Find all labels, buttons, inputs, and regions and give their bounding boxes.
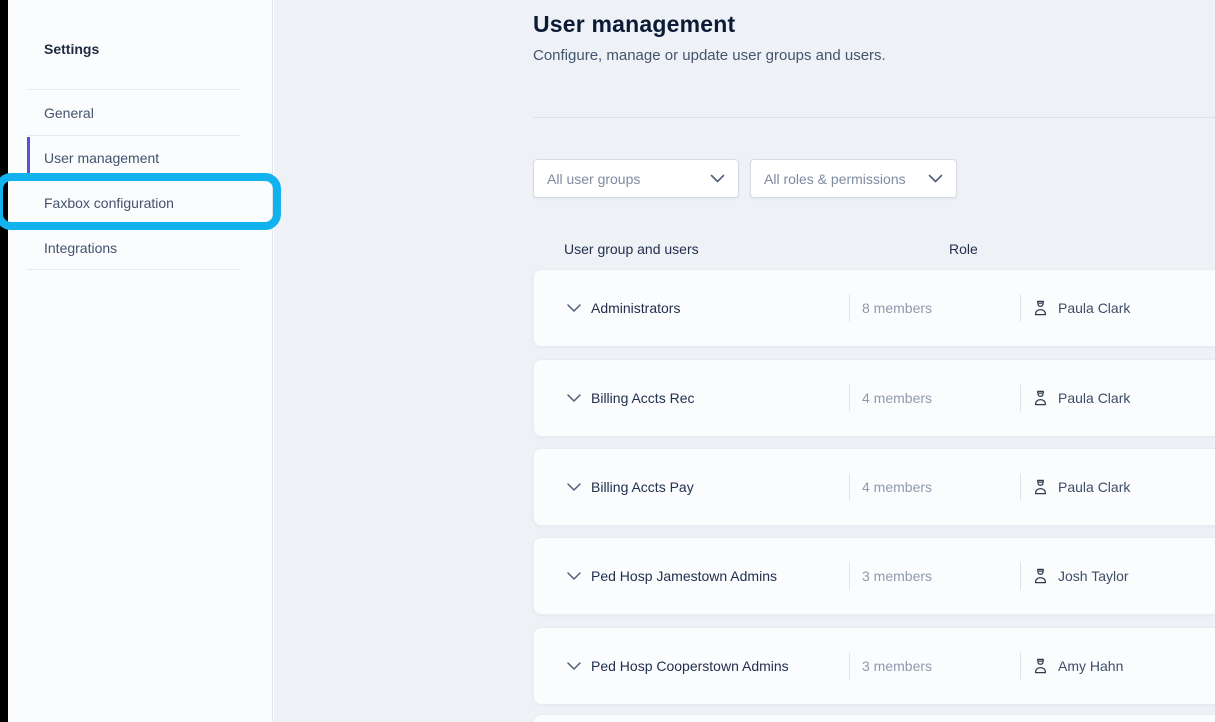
sidebar-item-label: Integrations bbox=[44, 240, 117, 256]
active-item-indicator bbox=[27, 137, 30, 179]
member-count: 8 members bbox=[862, 300, 932, 316]
role-user-name: Paula Clark bbox=[1058, 300, 1130, 316]
user-icon bbox=[1032, 390, 1049, 407]
member-count: 4 members bbox=[862, 479, 932, 495]
user-groups-filter-value: All user groups bbox=[547, 171, 710, 187]
user-group-row[interactable]: Ped Hosp Jamestown Admins 3 members Josh… bbox=[533, 537, 1215, 615]
divider bbox=[1020, 295, 1021, 322]
user-group-row[interactable]: Billing Accts Pay 4 members Paula Clark bbox=[533, 448, 1215, 526]
chevron-down-icon[interactable] bbox=[567, 394, 581, 402]
user-icon bbox=[1032, 658, 1049, 675]
sidebar-item-label: Faxbox configuration bbox=[44, 195, 174, 211]
roles-permissions-filter-value: All roles & permissions bbox=[764, 171, 928, 187]
divider bbox=[849, 563, 850, 590]
user-groups-filter-dropdown[interactable]: All user groups bbox=[533, 159, 739, 198]
sidebar-item-integrations[interactable]: Integrations bbox=[8, 225, 273, 270]
user-icon bbox=[1032, 300, 1049, 317]
left-edge-strip bbox=[0, 0, 8, 722]
sidebar-item-label: General bbox=[44, 105, 94, 121]
user-group-row[interactable]: Billing Accts Rec 4 members Paula Clark bbox=[533, 359, 1215, 437]
chevron-down-icon[interactable] bbox=[567, 662, 581, 670]
chevron-down-icon[interactable] bbox=[567, 483, 581, 491]
role-user-name: Amy Hahn bbox=[1058, 658, 1123, 674]
role-user-name: Paula Clark bbox=[1058, 479, 1130, 495]
divider bbox=[849, 653, 850, 680]
group-name: Billing Accts Pay bbox=[591, 479, 694, 495]
group-name: Administrators bbox=[591, 300, 680, 316]
user-management-panel: User management Configure, manage or upd… bbox=[274, 0, 1215, 722]
sidebar-divider bbox=[27, 269, 240, 270]
column-header-user-group: User group and users bbox=[564, 241, 699, 257]
sidebar-item-user-management[interactable]: User management bbox=[8, 135, 273, 180]
page-subtitle: Configure, manage or update user groups … bbox=[533, 47, 886, 64]
sidebar-item-label: User management bbox=[44, 150, 159, 166]
divider bbox=[849, 385, 850, 412]
divider bbox=[1020, 563, 1021, 590]
chevron-down-icon[interactable] bbox=[567, 304, 581, 312]
header-divider bbox=[533, 117, 1215, 118]
sidebar-item-general[interactable]: General bbox=[8, 90, 273, 135]
sidebar-title: Settings bbox=[44, 41, 99, 57]
roles-permissions-filter-dropdown[interactable]: All roles & permissions bbox=[750, 159, 957, 198]
divider bbox=[849, 295, 850, 322]
divider bbox=[1020, 474, 1021, 501]
settings-sidebar: Settings General User management Faxbox … bbox=[8, 0, 273, 722]
user-group-row[interactable]: Ped Hosp Cooperstown Admins 3 members Am… bbox=[533, 627, 1215, 705]
user-icon bbox=[1032, 479, 1049, 496]
group-name: Ped Hosp Cooperstown Admins bbox=[591, 658, 789, 674]
role-user-name: Josh Taylor bbox=[1058, 568, 1129, 584]
member-count: 3 members bbox=[862, 658, 932, 674]
group-name: Ped Hosp Jamestown Admins bbox=[591, 568, 777, 584]
column-header-role: Role bbox=[949, 241, 978, 257]
chevron-down-icon bbox=[928, 174, 943, 183]
sidebar-item-faxbox-configuration[interactable]: Faxbox configuration bbox=[8, 180, 273, 225]
divider bbox=[1020, 653, 1021, 680]
group-name: Billing Accts Rec bbox=[591, 390, 694, 406]
divider bbox=[849, 474, 850, 501]
member-count: 4 members bbox=[862, 390, 932, 406]
user-group-row-partial[interactable] bbox=[533, 714, 1215, 722]
user-group-row[interactable]: Administrators 8 members Paula Clark bbox=[533, 269, 1215, 347]
divider bbox=[1020, 385, 1021, 412]
page-title: User management bbox=[533, 11, 735, 38]
chevron-down-icon[interactable] bbox=[567, 572, 581, 580]
user-icon bbox=[1032, 568, 1049, 585]
role-user-name: Paula Clark bbox=[1058, 390, 1130, 406]
member-count: 3 members bbox=[862, 568, 932, 584]
chevron-down-icon bbox=[710, 174, 725, 183]
